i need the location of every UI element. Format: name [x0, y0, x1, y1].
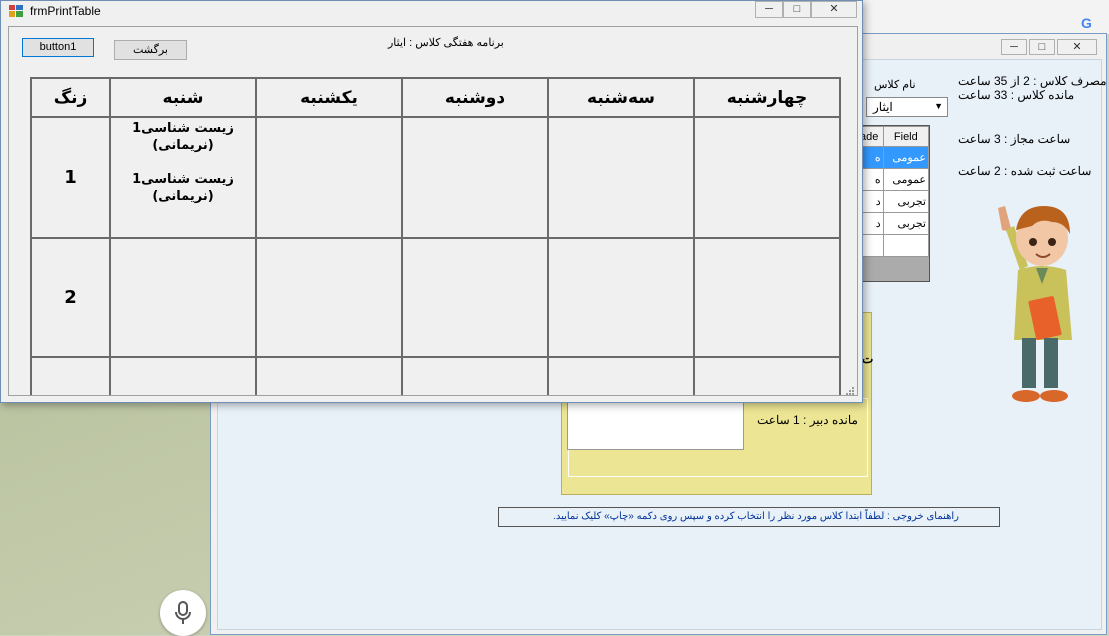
- browser-strip: [860, 0, 1109, 34]
- guide-text: راهنمای خروجی : لطفاً ابتدا کلاس مورد نظ…: [498, 507, 1000, 527]
- course-name: زیست شناسی1: [132, 172, 234, 187]
- schedule-cell[interactable]: [109, 356, 257, 395]
- close-button[interactable]: ✕: [1057, 39, 1097, 55]
- teacher-remaining-label: مانده دبیر : 1 ساعت: [757, 413, 858, 427]
- close-button[interactable]: ✕: [811, 1, 857, 18]
- button1[interactable]: button1: [22, 38, 94, 57]
- table-row: 2: [30, 237, 841, 358]
- table-row[interactable]: ه عمومی: [851, 146, 930, 169]
- schedule-cell[interactable]: [401, 237, 549, 358]
- table-row[interactable]: [851, 234, 930, 257]
- column-header-sunday: یکشنبه: [255, 77, 403, 118]
- bell-number: 2: [30, 237, 111, 358]
- boy-illustration: [998, 206, 1072, 402]
- google-icon[interactable]: G: [1081, 16, 1095, 30]
- table-row: 1 زیست شناسی1 (نریمانی) زیست شناسی1 (نری…: [30, 116, 841, 239]
- class-name-label: نام کلاس: [874, 79, 916, 91]
- schedule-cell-saturday[interactable]: زیست شناسی1 (نریمانی) زیست شناسی1 (نریما…: [109, 116, 257, 239]
- grid-cell[interactable]: عمومی: [882, 146, 930, 169]
- schedule-cell[interactable]: [547, 237, 695, 358]
- schedule-cell[interactable]: [255, 237, 403, 358]
- teacher-name: (نریمانی): [152, 189, 214, 204]
- teacher-name: (نریمانی): [152, 138, 214, 153]
- column-header-bell: زنگ: [30, 77, 111, 118]
- column-header-monday: دوشنبه: [401, 77, 549, 118]
- teacher-list[interactable]: [567, 398, 744, 450]
- maximize-button[interactable]: □: [1029, 39, 1055, 55]
- grid-cell[interactable]: تجربی: [882, 190, 930, 213]
- column-header-tuesday: سه‌شنبه: [547, 77, 695, 118]
- table-row: [30, 356, 841, 395]
- grid-header-field[interactable]: Field: [882, 126, 930, 147]
- bell-number: [30, 356, 111, 395]
- chevron-down-icon[interactable]: ▼: [934, 101, 943, 111]
- table-row[interactable]: د تجربی: [851, 212, 930, 235]
- window-title: frmPrintTable: [30, 4, 101, 18]
- app-icon: [9, 5, 23, 17]
- minimize-button[interactable]: ─: [755, 1, 783, 18]
- schedule-cell[interactable]: [547, 356, 695, 395]
- schedule-cell[interactable]: [547, 116, 695, 239]
- teacher-panel-label: ت: [862, 352, 874, 366]
- registered-hours-label: ساعت ثبت شده : 2 ساعت: [958, 164, 1092, 178]
- class-select[interactable]: ایثار ▼: [866, 97, 948, 117]
- back-button[interactable]: برگشت: [114, 40, 187, 60]
- table-row[interactable]: د تجربی: [851, 190, 930, 213]
- schedule-cell[interactable]: [401, 356, 549, 395]
- table-row[interactable]: ه عمومی: [851, 168, 930, 191]
- schedule-viewport[interactable]: زنگ شنبه یکشنبه دوشنبه سه‌شنبه چهارشنبه …: [9, 68, 857, 395]
- bell-number: 1: [30, 116, 111, 239]
- schedule-cell[interactable]: [693, 116, 841, 239]
- column-header-wednesday: چهارشنبه: [693, 77, 841, 118]
- schedule-cell[interactable]: [401, 116, 549, 239]
- table-header-row: زنگ شنبه یکشنبه دوشنبه سه‌شنبه چهارشنبه: [30, 77, 841, 118]
- microphone-icon: [175, 601, 191, 624]
- allowed-hours-label: ساعت مجاز : 3 ساعت: [958, 132, 1071, 146]
- schedule-table: زنگ شنبه یکشنبه دوشنبه سه‌شنبه چهارشنبه …: [30, 77, 841, 395]
- schedule-cell[interactable]: [693, 237, 841, 358]
- class-usage-label: مصرف کلاس : 2 از 35 ساعت: [958, 74, 1107, 88]
- microphone-button[interactable]: [160, 590, 206, 636]
- schedule-heading: برنامه هفتگی کلاس : ایثار: [388, 37, 504, 49]
- maximize-button[interactable]: □: [783, 1, 811, 18]
- grid-cell[interactable]: عمومی: [882, 168, 930, 191]
- grid-cell[interactable]: تجربی: [882, 212, 930, 235]
- schedule-cell[interactable]: [109, 237, 257, 358]
- course-name: زیست شناسی1: [132, 121, 234, 136]
- schedule-cell[interactable]: [255, 116, 403, 239]
- resize-grip-icon[interactable]: [845, 386, 855, 396]
- column-header-saturday: شنبه: [109, 77, 257, 118]
- class-remaining-label: مانده کلاس : 33 ساعت: [958, 88, 1075, 102]
- class-select-value: ایثار: [873, 100, 893, 114]
- schedule-cell[interactable]: [693, 356, 841, 395]
- minimize-button[interactable]: ─: [1001, 39, 1027, 55]
- grid-cell[interactable]: [882, 234, 930, 257]
- schedule-cell[interactable]: [255, 356, 403, 395]
